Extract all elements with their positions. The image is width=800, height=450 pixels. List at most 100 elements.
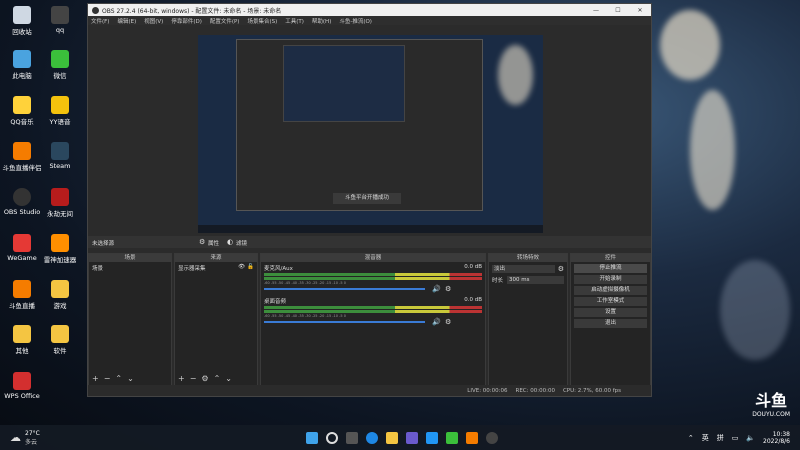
wechat-icon xyxy=(51,50,69,68)
yy-icon xyxy=(51,96,69,114)
store-icon[interactable] xyxy=(406,431,418,444)
gear-icon[interactable]: ⚙ xyxy=(445,318,451,326)
gear-icon[interactable]: ⚙ xyxy=(558,265,564,273)
icon-label: OBS Studio xyxy=(3,208,41,216)
remove-icon[interactable]: − xyxy=(104,374,111,383)
accelerator-icon xyxy=(51,234,69,252)
task-view-icon[interactable] xyxy=(346,431,358,444)
speaker-icon[interactable]: 🔊 xyxy=(432,285,441,293)
gear-icon[interactable]: ⚙ xyxy=(445,285,451,293)
chevron-down-icon[interactable]: ⌄ xyxy=(127,374,134,383)
douyu-icon xyxy=(13,280,31,298)
channel-name: 桌面音频 xyxy=(264,299,287,305)
nested-preview-inner xyxy=(283,45,405,122)
ime-mode[interactable]: 拼 xyxy=(717,433,724,443)
wechat-icon[interactable] xyxy=(446,431,458,444)
exit-button[interactable]: 退出 xyxy=(574,319,647,328)
settings-button[interactable]: 设置 xyxy=(574,308,647,317)
game-icon xyxy=(51,188,69,206)
steam-icon xyxy=(51,142,69,160)
menu-douyu-push[interactable]: 斗鱼-推流(O) xyxy=(339,17,372,25)
speaker-icon[interactable]: 🔊 xyxy=(432,318,441,326)
studio-mode-button[interactable]: 工作室模式 xyxy=(574,297,647,306)
properties-button[interactable]: 属性 xyxy=(208,239,219,247)
eye-icon[interactable]: 👁 xyxy=(238,264,245,272)
filters-button[interactable]: 滤镜 xyxy=(236,239,247,247)
menu-docks[interactable]: 停靠部件(D) xyxy=(171,17,202,25)
chevron-up-icon[interactable]: ⌃ xyxy=(115,374,122,383)
volume-slider[interactable] xyxy=(264,288,426,290)
file-explorer-icon[interactable] xyxy=(386,431,398,444)
mixer-channel-desktop: 桌面音频 0.0 dB -60 -55 -50 -45 -40 -35 -30 … xyxy=(261,293,485,326)
source-toolbar: 未选择源 ⚙ 属性 ◐ 滤镜 xyxy=(88,236,651,248)
source-item[interactable]: 显示器采集 👁 🔓 xyxy=(175,262,257,274)
desktop-icon-thunder[interactable]: 雷神加速器 xyxy=(38,234,82,264)
transition-select[interactable]: 淡出 xyxy=(492,265,555,273)
start-recording-button[interactable]: 开始录制 xyxy=(574,275,647,284)
desktop-icon-wps[interactable]: WPS Office xyxy=(0,372,44,400)
icon-label: 斗鱼直播伴侣 xyxy=(2,164,42,172)
search-icon[interactable] xyxy=(326,431,338,444)
menu-file[interactable]: 文件(F) xyxy=(91,17,109,25)
maximize-button[interactable]: ☐ xyxy=(607,7,629,14)
menu-scene-collection[interactable]: 场景集合(S) xyxy=(247,17,277,25)
clock[interactable]: 10:38 2022/8/6 xyxy=(763,431,790,445)
channel-name: 麦克风/Aux xyxy=(264,266,293,272)
desktop-icon-wechat[interactable]: 微信 xyxy=(38,50,82,80)
minimize-button[interactable]: — xyxy=(585,7,607,14)
close-button[interactable]: ✕ xyxy=(629,7,651,14)
menu-tools[interactable]: 工具(T) xyxy=(285,17,304,25)
qq-icon xyxy=(51,6,69,24)
menu-help[interactable]: 帮助(H) xyxy=(312,17,331,25)
chevron-up-icon[interactable]: ⌃ xyxy=(214,374,221,383)
menu-profile[interactable]: 配置文件(P) xyxy=(210,17,240,25)
menu-edit[interactable]: 编辑(E) xyxy=(117,17,136,25)
computer-icon xyxy=(13,50,31,68)
mixer-channel-mic: 麦克风/Aux 0.0 dB -60 -55 -50 -45 -40 -35 -… xyxy=(261,262,485,293)
transitions-dock: 转场特效 淡出 ⚙ 时长 300 ms xyxy=(488,253,568,386)
icon-label: 雷神加速器 xyxy=(43,256,77,264)
scene-item[interactable]: 场景 xyxy=(89,262,171,274)
obs-icon[interactable] xyxy=(486,431,498,444)
chevron-down-icon[interactable]: ⌄ xyxy=(225,374,232,383)
virtual-camera-button[interactable]: 启动虚拟摄像机 xyxy=(574,286,647,295)
douyu-icon[interactable] xyxy=(466,431,478,444)
desktop-icon-software-folder[interactable]: 软件 xyxy=(38,325,82,355)
gear-icon[interactable]: ⚙ xyxy=(201,374,208,383)
network-icon[interactable]: ▭ xyxy=(732,434,739,442)
windows-start-icon[interactable] xyxy=(306,431,318,444)
icon-label: 永劫无间 xyxy=(47,210,73,218)
stop-streaming-button[interactable]: 停止推流 xyxy=(574,264,647,273)
lock-icon[interactable]: 🔓 xyxy=(247,264,254,272)
edge-icon[interactable] xyxy=(366,431,378,444)
icon-label: 微信 xyxy=(53,72,67,80)
add-icon[interactable]: + xyxy=(178,374,185,383)
speaker-icon[interactable]: 🔈 xyxy=(746,434,755,442)
source-item-label: 显示器采集 xyxy=(178,266,206,272)
remove-icon[interactable]: − xyxy=(190,374,197,383)
icon-label: 其他 xyxy=(15,347,29,355)
weather-desc: 多云 xyxy=(25,438,38,446)
chevron-up-icon[interactable]: ⌃ xyxy=(688,434,694,442)
wallpaper-glow xyxy=(720,260,790,360)
mail-icon[interactable] xyxy=(426,431,438,444)
volume-slider[interactable] xyxy=(264,321,426,323)
desktop-icon-qq[interactable]: qq xyxy=(38,6,82,34)
volume-meter xyxy=(264,277,482,280)
taskbar: ☁ 27°C 多云 ⌃ 英 拼 ▭ 🔈 10:38 2022/8/6 xyxy=(0,425,800,450)
icon-label: qq xyxy=(55,26,65,34)
ime-lang[interactable]: 英 xyxy=(702,433,709,443)
desktop-icon-yy[interactable]: YY语音 xyxy=(38,96,82,126)
desktop-icon-naraka[interactable]: 永劫无间 xyxy=(38,188,82,218)
folder-icon xyxy=(51,325,69,343)
no-source-label: 未选择源 xyxy=(92,241,115,247)
desktop-icon-steam[interactable]: Steam xyxy=(38,142,82,170)
menu-view[interactable]: 视图(V) xyxy=(144,17,163,25)
add-icon[interactable]: + xyxy=(92,374,99,383)
preview-canvas[interactable]: 斗鱼平台开播成功 xyxy=(198,35,543,233)
sources-dock-title: 来源 xyxy=(175,254,257,262)
duration-input[interactable]: 300 ms xyxy=(507,276,564,284)
desktop-icon-games-folder[interactable]: 游戏 xyxy=(38,280,82,310)
watermark-site: DOUYU.COM xyxy=(752,411,790,418)
weather-widget[interactable]: ☁ 27°C 多云 xyxy=(10,430,210,446)
